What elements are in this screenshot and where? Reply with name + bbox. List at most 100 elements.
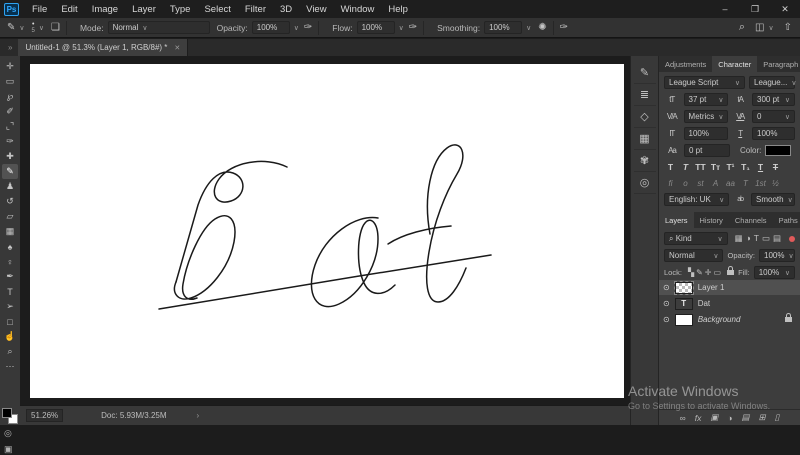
menu-window[interactable]: Window: [334, 4, 382, 15]
filter-shape-layers-icon[interactable]: ▭: [762, 233, 770, 244]
layer-filter-select[interactable]: ⌕ Kind ∨: [664, 232, 728, 245]
workspace-switcher[interactable]: ◫ ∨: [755, 22, 774, 33]
stylus-pressure-icon[interactable]: ✑: [560, 22, 568, 33]
dodge-tool[interactable]: ♀: [2, 254, 18, 269]
crop-tool[interactable]: ⌞⌝: [2, 119, 18, 134]
layer-thumbnail[interactable]: [673, 280, 694, 295]
faux-bold-button[interactable]: T: [664, 161, 677, 173]
toggle-brush-panel-button[interactable]: ❏: [51, 22, 60, 33]
superscript-button[interactable]: T¹: [724, 161, 737, 173]
brush-tool[interactable]: ✎: [2, 164, 18, 179]
link-layers-icon[interactable]: ∞: [680, 413, 686, 423]
pressure-opacity-icon[interactable]: ✑: [304, 22, 312, 33]
font-family-select[interactable]: League Script ∨: [664, 76, 745, 89]
close-button[interactable]: ✕: [770, 4, 800, 15]
layer-name[interactable]: Dat: [698, 299, 710, 308]
brush-size-picker[interactable]: • 5: [32, 21, 35, 34]
tab-paths[interactable]: Paths: [773, 212, 800, 228]
share-icon[interactable]: ⇧: [784, 22, 792, 33]
lock-position-icon[interactable]: ✛: [705, 268, 712, 277]
move-tool[interactable]: ✛: [2, 59, 18, 74]
text-color-swatch[interactable]: [765, 145, 792, 156]
menu-layer[interactable]: Layer: [125, 4, 163, 15]
collapse-toolbar-icon[interactable]: »: [8, 43, 12, 52]
status-options-chevron[interactable]: ›: [197, 411, 200, 420]
layer-opacity-field[interactable]: 100% ∨: [759, 249, 795, 262]
filter-type-layers-icon[interactable]: T: [754, 233, 759, 244]
delete-layer-icon[interactable]: ▯: [775, 412, 780, 423]
horizontal-scale-field[interactable]: 100%: [752, 127, 795, 140]
mode-select[interactable]: Normal ∨: [107, 21, 210, 34]
lasso-tool[interactable]: ℘: [2, 89, 18, 104]
menu-3d[interactable]: 3D: [273, 4, 299, 15]
tool-preset-picker[interactable]: ✎ ∨: [7, 22, 25, 33]
kerning-field[interactable]: Metrics ∨: [683, 110, 729, 123]
quick-mask-button[interactable]: ◎: [4, 428, 12, 439]
titling-alternates-button[interactable]: T: [739, 177, 752, 189]
strikethrough-button[interactable]: T: [769, 161, 782, 173]
tab-channels[interactable]: Channels: [729, 212, 773, 228]
pen-tool[interactable]: ✒: [2, 269, 18, 284]
document-tab[interactable]: Untitled-1 @ 51.3% (Layer 1, RGB/8#) * ✕: [18, 39, 189, 56]
color-swatches[interactable]: [2, 408, 18, 424]
layer-row-background[interactable]: ⊙ Background: [659, 312, 800, 327]
visibility-eye-icon[interactable]: ⊙: [663, 315, 670, 324]
brush-presets-icon[interactable]: ≣: [633, 84, 656, 106]
layer-effects-icon[interactable]: fx: [695, 413, 702, 423]
all-caps-button[interactable]: TT: [694, 161, 707, 173]
layer-group-icon[interactable]: ▤: [742, 412, 750, 423]
filter-pixel-layers-icon[interactable]: ▦: [735, 233, 743, 244]
menu-filter[interactable]: Filter: [238, 4, 273, 15]
3d-panel-icon[interactable]: ◇: [633, 106, 656, 128]
search-icon[interactable]: ⌕: [739, 22, 745, 33]
foreground-color-swatch[interactable]: [2, 408, 12, 418]
leading-field[interactable]: 300 pt ∨: [752, 93, 795, 106]
lock-paint-icon[interactable]: ✎: [696, 268, 703, 277]
layer-thumbnail[interactable]: [674, 313, 693, 326]
layer-filter-toggle[interactable]: [789, 235, 795, 242]
restore-button[interactable]: ❐: [740, 4, 770, 15]
history-brush-tool[interactable]: ↺: [2, 194, 18, 209]
quick-selection-tool[interactable]: ✐: [2, 104, 18, 119]
menu-image[interactable]: Image: [85, 4, 125, 15]
layer-fill-field[interactable]: 100% ∨: [753, 266, 795, 279]
stylistic-alternates-button[interactable]: aa: [724, 177, 737, 189]
visibility-eye-icon[interactable]: ⊙: [663, 299, 670, 308]
eyedropper-tool[interactable]: ✑: [2, 134, 18, 149]
menu-file[interactable]: File: [25, 4, 54, 15]
menu-edit[interactable]: Edit: [54, 4, 84, 15]
layer-row-layer1[interactable]: ⊙ Layer 1: [659, 280, 800, 295]
tab-layers[interactable]: Layers: [659, 212, 694, 228]
swatches-icon[interactable]: ✾: [633, 150, 656, 172]
type-layer-thumbnail[interactable]: T: [674, 297, 693, 310]
filter-smart-objects-icon[interactable]: ▤: [773, 233, 781, 244]
path-selection-tool[interactable]: ➢: [2, 299, 18, 314]
menu-select[interactable]: Select: [197, 4, 237, 15]
clone-stamp-tool[interactable]: ♟: [2, 179, 18, 194]
type-tool[interactable]: T: [2, 284, 18, 299]
tab-character[interactable]: Character: [712, 56, 758, 72]
subscript-button[interactable]: T₁: [739, 161, 752, 173]
lock-transparent-icon[interactable]: ▚: [688, 268, 694, 277]
gradient-tool[interactable]: ▦: [2, 224, 18, 239]
close-tab-icon[interactable]: ✕: [174, 44, 180, 52]
screen-mode-button[interactable]: ▣: [4, 444, 13, 455]
fractions-button[interactable]: ½: [769, 177, 782, 189]
small-caps-button[interactable]: Tᴛ: [709, 161, 722, 173]
contextual-alternates-button[interactable]: o: [679, 177, 692, 189]
filter-adjustment-layers-icon[interactable]: ◑: [746, 233, 751, 244]
brush-settings-icon[interactable]: ✎: [633, 62, 656, 84]
lock-all-icon[interactable]: [727, 266, 735, 275]
zoom-tool[interactable]: ⌕: [2, 344, 18, 359]
font-size-field[interactable]: 37 pt ∨: [683, 93, 729, 106]
lock-artboard-icon[interactable]: ▭: [714, 268, 722, 277]
ligatures-button[interactable]: fi: [664, 177, 677, 189]
blend-mode-select[interactable]: Normal ∨: [664, 249, 724, 262]
language-select[interactable]: English: UK ∨: [664, 193, 730, 206]
font-style-select[interactable]: League... ∨: [749, 76, 797, 89]
rectangle-tool[interactable]: □: [2, 314, 18, 329]
swash-button[interactable]: A: [709, 177, 722, 189]
blur-tool[interactable]: ♠: [2, 239, 18, 254]
edit-toolbar[interactable]: ⋯: [2, 359, 18, 374]
baseline-shift-field[interactable]: 0 pt: [684, 144, 730, 157]
